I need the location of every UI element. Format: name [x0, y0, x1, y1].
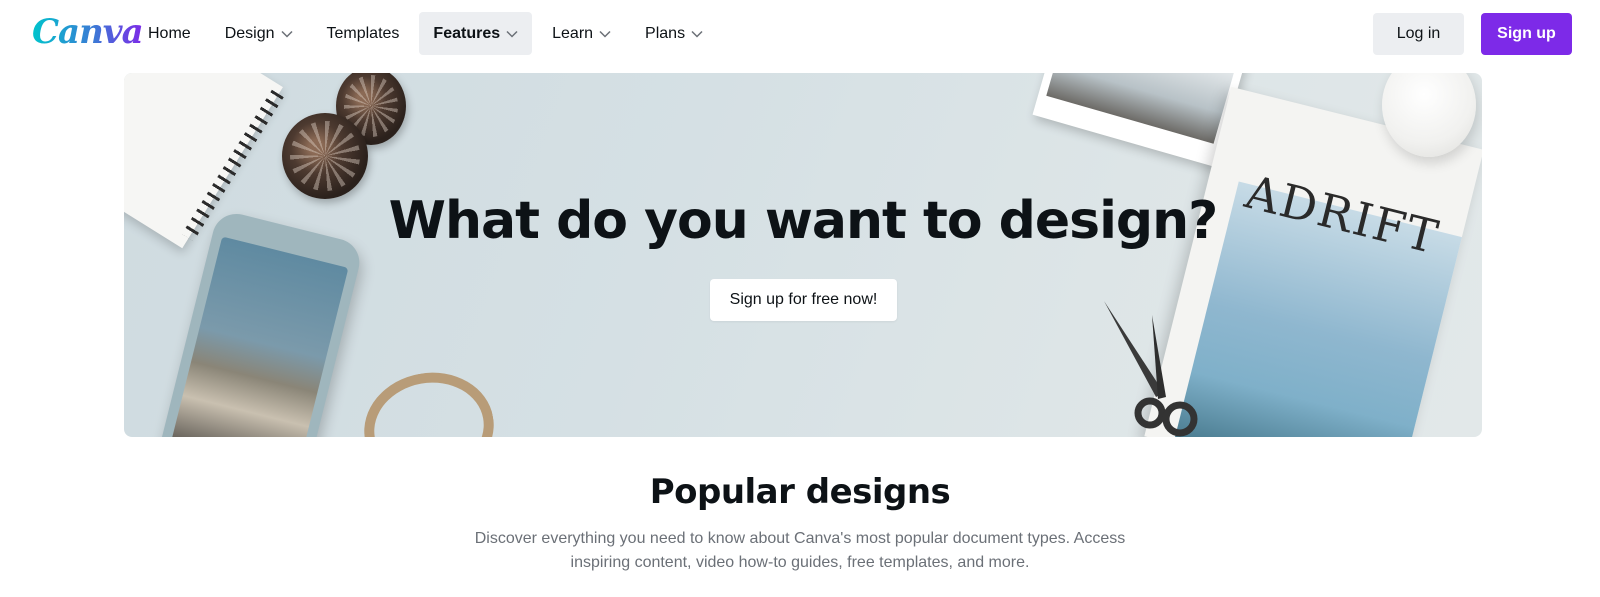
scissors-image: [1104, 301, 1198, 437]
chevron-down-icon: [280, 30, 293, 38]
photo-print-image: [1032, 73, 1246, 168]
chevron-down-icon: [506, 30, 518, 38]
hero-banner: ADRIFT What do you want to design? Sign …: [124, 73, 1482, 437]
twine-image: [355, 362, 503, 437]
photo-print-content: [1046, 73, 1236, 144]
nav-item-plans[interactable]: Plans: [631, 12, 717, 55]
nav-item-templates[interactable]: Templates: [313, 12, 414, 55]
nav-item-label: Features: [433, 24, 501, 42]
pinecone-image: [282, 113, 368, 199]
signup-button[interactable]: Sign up: [1481, 13, 1572, 55]
login-button[interactable]: Log in: [1373, 13, 1464, 55]
popular-designs-heading: Popular designs: [649, 472, 951, 512]
nav-item-features[interactable]: Features: [419, 12, 533, 55]
chevron-down-icon: [691, 30, 703, 38]
popular-designs-description: Discover everything you need to know abo…: [474, 530, 1126, 571]
top-navigation-bar: Canva Home Design Templates Features Lea…: [0, 0, 1600, 68]
main-nav: Home Design Templates Features Learn Pla…: [134, 12, 723, 55]
nav-item-label: Design: [224, 24, 275, 42]
canva-logo[interactable]: Canva: [32, 12, 144, 52]
nav-item-label: Learn: [552, 24, 594, 42]
hero-signup-button[interactable]: Sign up for free now!: [710, 279, 897, 321]
nav-item-home[interactable]: Home: [134, 12, 205, 55]
nav-item-label: Plans: [645, 24, 686, 42]
nav-item-label: Home: [148, 24, 191, 42]
nav-item-label: Templates: [326, 24, 400, 42]
phone-screen: [165, 236, 349, 437]
nav-item-learn[interactable]: Learn: [538, 12, 625, 55]
chevron-down-icon: [599, 30, 611, 38]
nav-item-design[interactable]: Design: [211, 12, 307, 55]
hero-title: What do you want to design?: [388, 191, 1219, 251]
